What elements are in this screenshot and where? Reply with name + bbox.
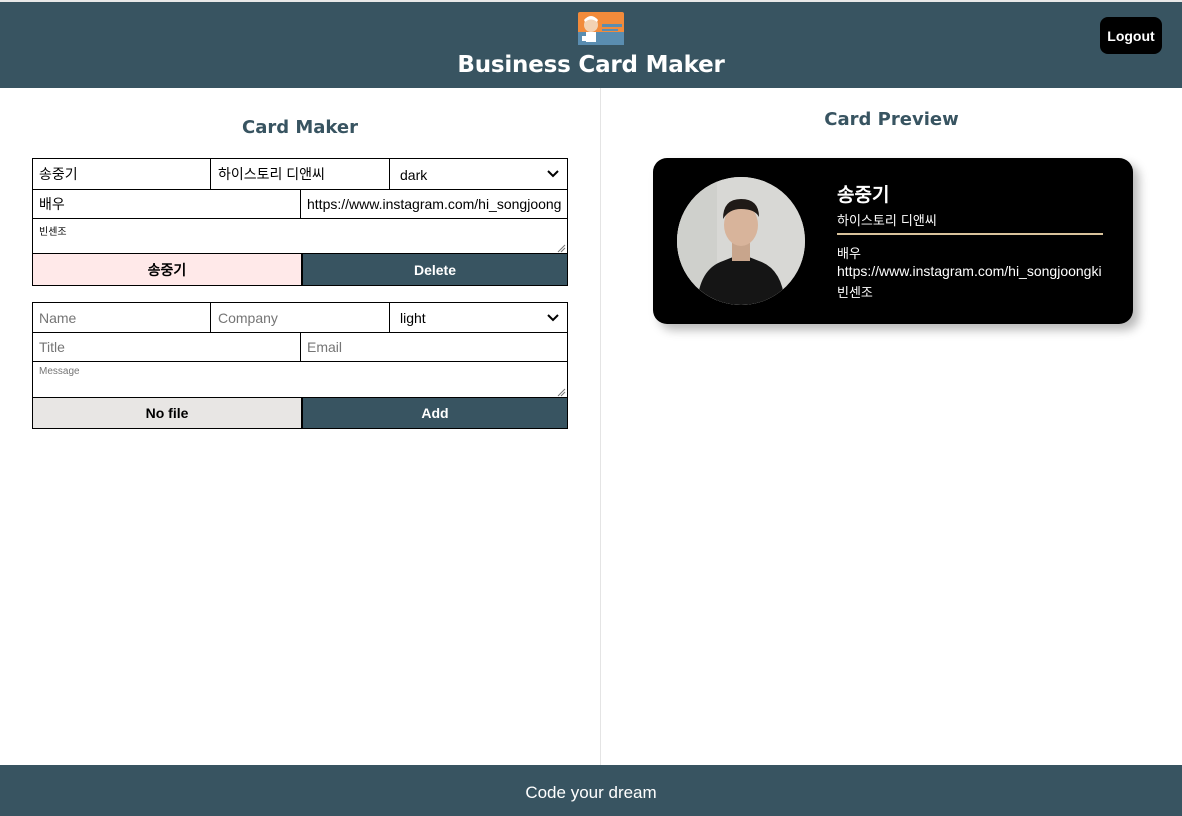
delete-button[interactable]: Delete xyxy=(301,254,567,285)
card-divider xyxy=(837,233,1103,235)
new-theme-select[interactable]: light xyxy=(390,303,567,333)
new-image-file-button[interactable]: No file xyxy=(33,398,301,428)
new-email-field[interactable] xyxy=(301,333,567,362)
email-field[interactable] xyxy=(301,190,567,219)
company-field[interactable] xyxy=(211,159,390,190)
new-name-field[interactable] xyxy=(33,303,211,333)
new-theme-select-value: light xyxy=(400,310,426,326)
chevron-down-icon xyxy=(547,170,559,178)
name-field[interactable] xyxy=(33,159,211,190)
resize-grip-icon[interactable] xyxy=(557,244,566,253)
avatar xyxy=(677,177,805,305)
header: Business Card Maker Logout xyxy=(0,0,1182,88)
new-company-field[interactable] xyxy=(211,303,390,333)
column-divider xyxy=(600,88,601,765)
theme-select-value: dark xyxy=(400,167,428,183)
logout-button[interactable]: Logout xyxy=(1100,17,1162,54)
card-edit-form: dark 빈센조 송중기 Delete xyxy=(32,158,568,286)
card-name: 송중기 xyxy=(837,184,890,206)
title-field[interactable] xyxy=(33,190,301,219)
card-job-title: 배우 xyxy=(837,247,861,262)
app-title: Business Card Maker xyxy=(457,52,725,78)
image-file-button[interactable]: 송중기 xyxy=(33,254,301,285)
footer-text: Code your dream xyxy=(525,783,657,802)
card-maker-title: Card Maker xyxy=(241,117,358,138)
footer: Code your dream xyxy=(0,765,1182,816)
add-button[interactable]: Add xyxy=(301,398,567,428)
card-email: https://www.instagram.com/hi_songjoongki xyxy=(837,263,1102,279)
card-message: 빈센조 xyxy=(837,286,873,301)
profile-photo xyxy=(677,177,805,305)
card-company: 하이스토리 디앤씨 xyxy=(837,214,937,229)
card-add-form: light No file Add xyxy=(32,302,568,429)
new-title-field[interactable] xyxy=(33,333,301,362)
new-message-field[interactable] xyxy=(33,362,567,398)
message-field[interactable]: 빈센조 xyxy=(33,219,567,254)
business-card-logo-icon xyxy=(578,12,624,45)
resize-grip-icon[interactable] xyxy=(557,388,566,397)
card-preview-title: Card Preview xyxy=(824,109,959,130)
chevron-down-icon xyxy=(547,314,559,322)
theme-select[interactable]: dark xyxy=(390,159,567,190)
business-card-preview: 송중기 하이스토리 디앤씨 배우 https://www.instagram.c… xyxy=(653,158,1133,324)
app-root: Business Card Maker Logout Card Maker da… xyxy=(0,0,1182,816)
